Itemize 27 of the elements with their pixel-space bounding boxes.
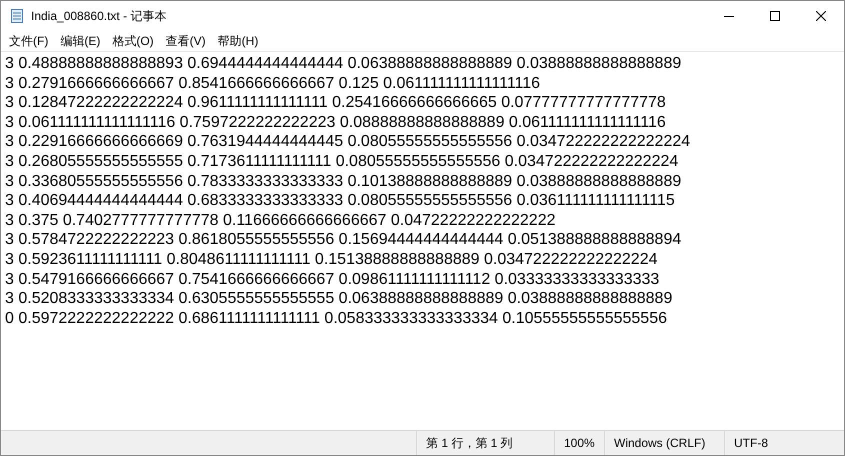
line-ending: Windows (CRLF) xyxy=(614,436,706,450)
close-icon xyxy=(816,11,826,21)
notepad-icon xyxy=(9,8,25,24)
text-line: 3 0.12847222222222224 0.9611111111111111 0.25416666666666665 0.07777777777777778 xyxy=(5,93,667,113)
menu-item[interactable]: 帮助(H) xyxy=(212,32,264,50)
text-line: 3 0.5923611111111111 0.8048611111111111 0.15138888888888889 0.034722222222222224 xyxy=(5,250,658,270)
text-line: 3 0.2791666666666667 0.8541666666666667 0.125 0.061111111111111116 xyxy=(5,74,542,94)
maximize-icon xyxy=(770,11,780,21)
menu-item[interactable]: 格式(O) xyxy=(106,32,160,50)
text-line: 3 0.22916666666666669 0.7631944444444445 0.08055555555555556 0.034722222222222224 xyxy=(5,132,692,152)
encoding: UTF-8 xyxy=(734,436,768,450)
text-line: 3 0.48888888888888893 0.6944444444444444 0.06388888888888889 0.03888888888888889 xyxy=(5,54,682,74)
window-title: India_008860.txt - 记事本 xyxy=(31,8,166,24)
text-line: 3 0.26805555555555555 0.7173611111111111 0.08055555555555556 0.034722222222222224 xyxy=(5,152,680,172)
text-line: 0 0.5972222222222222 0.6861111111111111 0.058333333333333334 0.10555555555555556 xyxy=(5,308,668,328)
text-line: 3 0.5208333333333334 0.6305555555555555 0.06388888888888889 0.03888888888888889 xyxy=(5,289,674,309)
menu-item[interactable]: 文件(F) xyxy=(3,32,54,50)
text-line: 3 0.5784722222222223 0.8618055555555556 0.15694444444444444 0.051388888888888894 xyxy=(5,230,682,250)
text-line: 3 0.40694444444444444 0.6833333333333333 0.08055555555555556 0.036111111111111115 xyxy=(5,191,676,211)
text-line: 3 0.061111111111111116 0.7597222222222223 0.08888888888888889 0.061111111111111116 xyxy=(5,112,667,132)
text-line: 3 0.33680555555555556 0.7833333333333333 0.10138888888888889 0.03888888888888889 xyxy=(5,172,682,192)
menu-item[interactable]: 查看(V) xyxy=(160,32,212,50)
cursor-position: 第 1 行，第 1 列 xyxy=(426,434,513,452)
text-line: 3 0.5479166666666667 0.7541666666666667 0.09861111111111112 0.03333333333333333 xyxy=(5,270,660,290)
text-line: 3 0.375 0.7402777777777778 0.11666666666666667 0.04722222222222222 xyxy=(5,210,556,230)
zoom-level: 100% xyxy=(564,436,595,450)
menu-item[interactable]: 编辑(E) xyxy=(54,32,106,50)
